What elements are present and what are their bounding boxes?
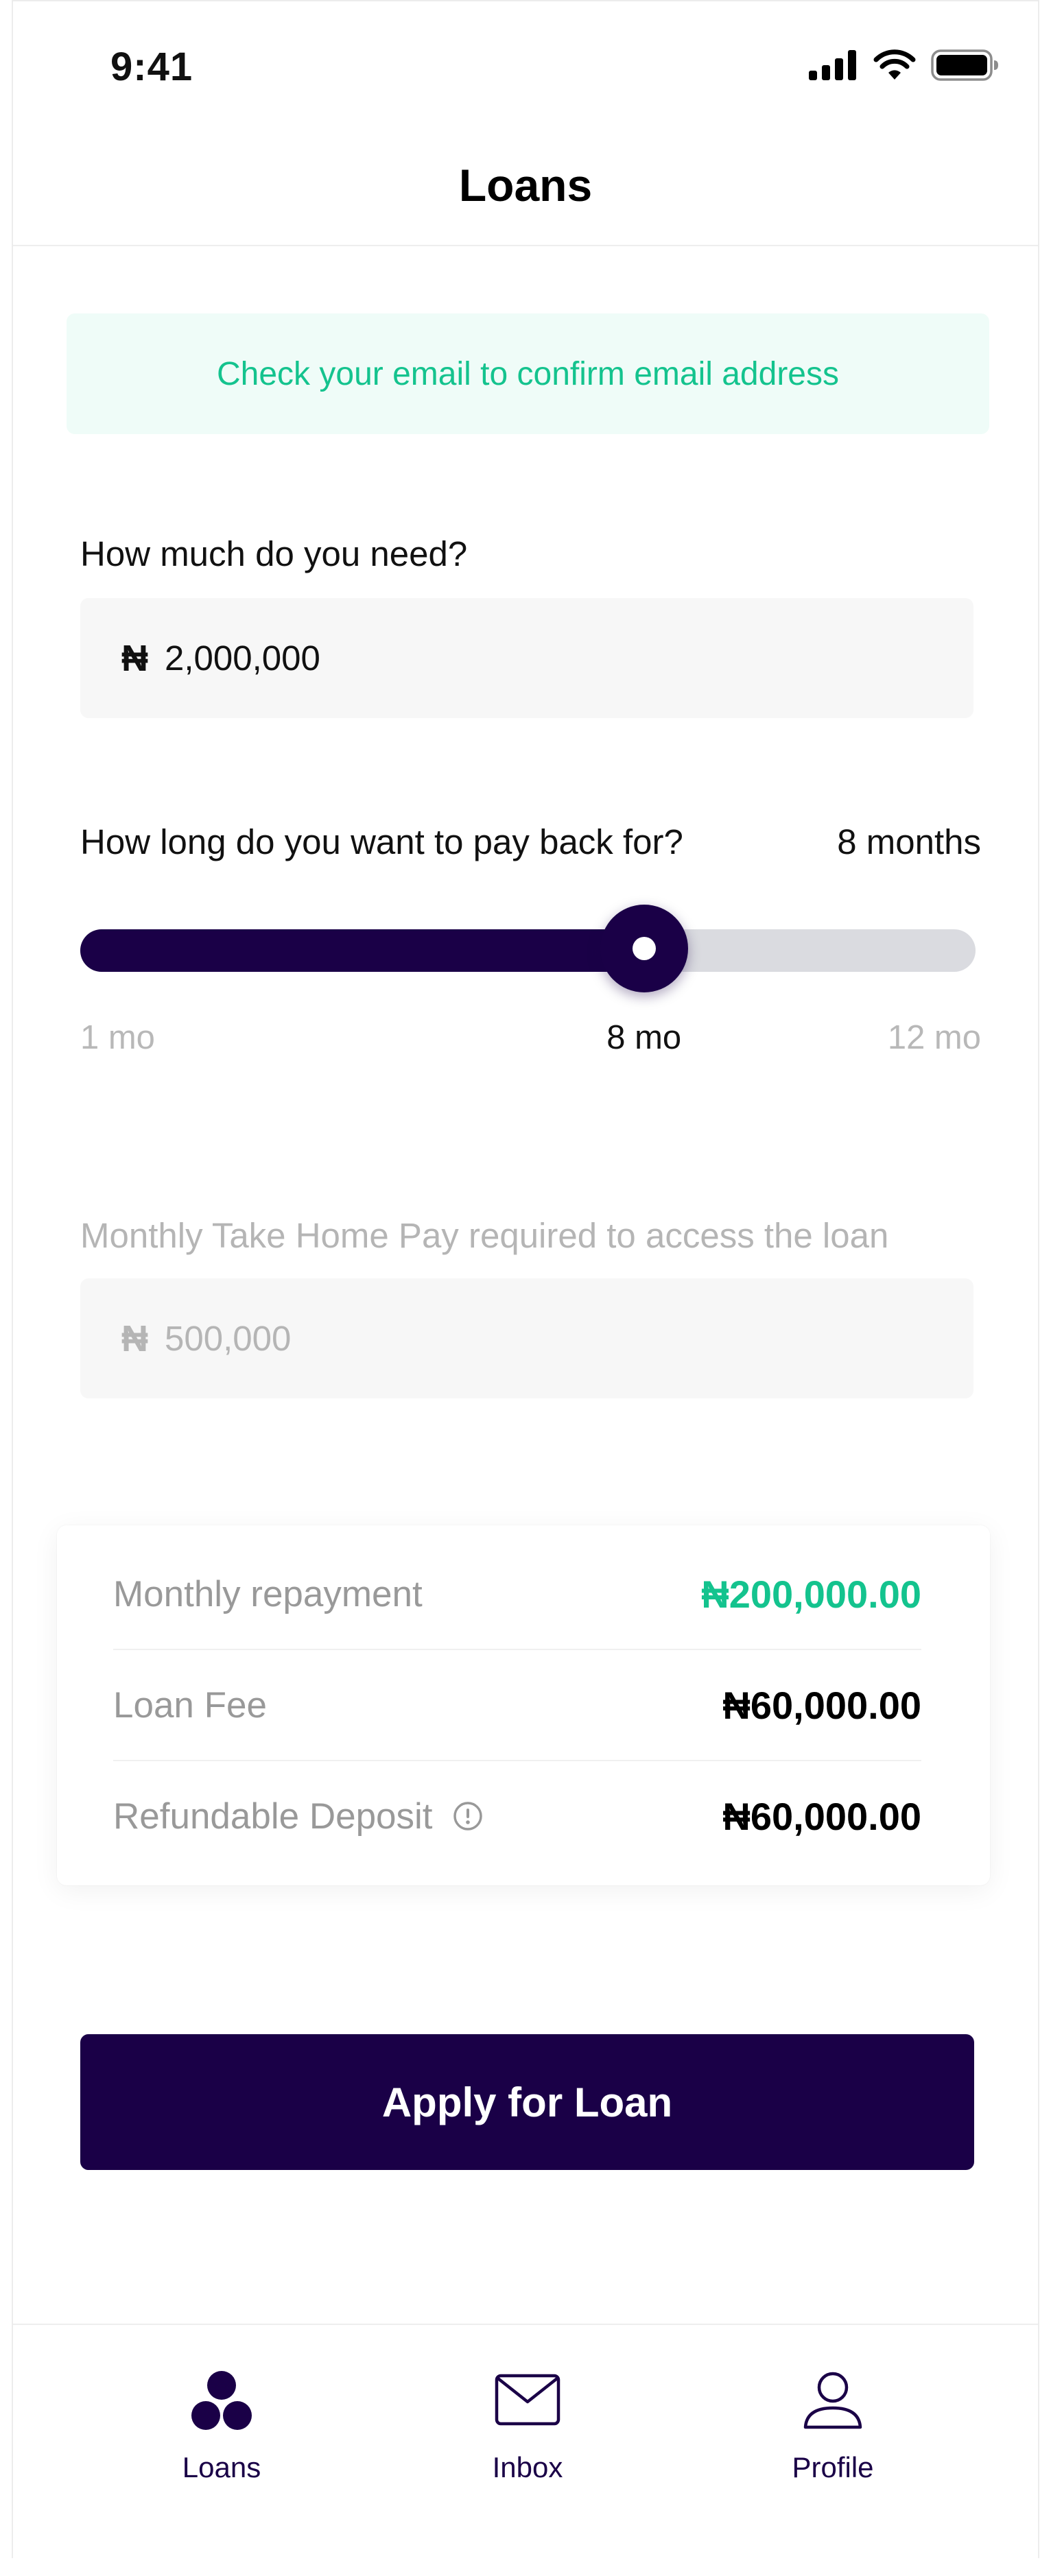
amount-label: How much do you need?: [80, 534, 468, 573]
nav-item-loans[interactable]: Loans: [119, 2366, 324, 2484]
phone-screen: 9:41 Loans Check your email to confirm e…: [12, 0, 1039, 2560]
signal-icon: [809, 50, 858, 84]
summary-value: ₦200,000.00: [701, 1572, 921, 1616]
summary-label: Monthly repayment: [113, 1573, 423, 1614]
nav-item-inbox[interactable]: Inbox: [425, 2366, 630, 2484]
deposit-label-text: Refundable Deposit: [113, 1796, 433, 1837]
slider-max-label: 12 mo: [887, 1019, 981, 1056]
repayment-summary-card: Monthly repayment ₦200,000.00 Loan Fee ₦…: [57, 1525, 990, 1885]
slider-thumb[interactable]: [600, 905, 688, 992]
nav-label: Loans: [182, 2451, 261, 2483]
duration-slider[interactable]: [80, 929, 976, 972]
summary-value: ₦60,000.00: [722, 1794, 921, 1838]
bottom-nav: Loans Inbox Profile: [13, 2324, 1038, 2560]
slider-fill: [80, 929, 651, 972]
page-title: Loans: [458, 159, 593, 211]
status-time: 9:41: [110, 45, 193, 89]
app-header: Loans: [13, 139, 1038, 246]
battery-icon: [931, 49, 1000, 84]
loans-icon: [189, 2366, 255, 2435]
slider-thumb-dot: [632, 937, 656, 960]
amount-input[interactable]: ₦ 2,000,000: [80, 598, 973, 718]
naira-symbol: ₦: [121, 637, 148, 679]
apply-for-loan-button[interactable]: Apply for Loan: [80, 2034, 974, 2170]
take-home-field: ₦ 500,000: [80, 1278, 973, 1398]
take-home-label: Monthly Take Home Pay required to access…: [80, 1216, 889, 1255]
duration-label: How long do you want to pay back for?: [80, 822, 683, 861]
take-home-value: 500,000: [165, 1319, 292, 1358]
nav-item-profile[interactable]: Profile: [730, 2366, 936, 2484]
duration-value: 8 months: [837, 822, 981, 861]
summary-row-fee: Loan Fee ₦60,000.00: [113, 1650, 921, 1760]
summary-value: ₦60,000.00: [722, 1683, 921, 1727]
wifi-icon: [873, 49, 916, 84]
status-icons: [809, 49, 1000, 84]
profile-icon: [800, 2366, 866, 2435]
slider-current-label: 8 mo: [606, 1019, 682, 1056]
nav-label: Inbox: [492, 2451, 563, 2483]
summary-row-deposit: Refundable Deposit ₦60,000.00: [113, 1761, 921, 1871]
amount-value: 2,000,000: [165, 639, 320, 678]
slider-min-label: 1 mo: [80, 1019, 155, 1056]
nav-label: Profile: [792, 2451, 874, 2483]
mail-icon: [495, 2366, 560, 2435]
summary-label: Loan Fee: [113, 1684, 267, 1726]
summary-row-monthly: Monthly repayment ₦200,000.00: [113, 1539, 921, 1649]
summary-label: Refundable Deposit: [113, 1796, 484, 1837]
info-icon[interactable]: [452, 1800, 484, 1832]
email-confirm-banner: Check your email to confirm email addres…: [67, 313, 989, 434]
naira-symbol: ₦: [121, 1317, 148, 1359]
